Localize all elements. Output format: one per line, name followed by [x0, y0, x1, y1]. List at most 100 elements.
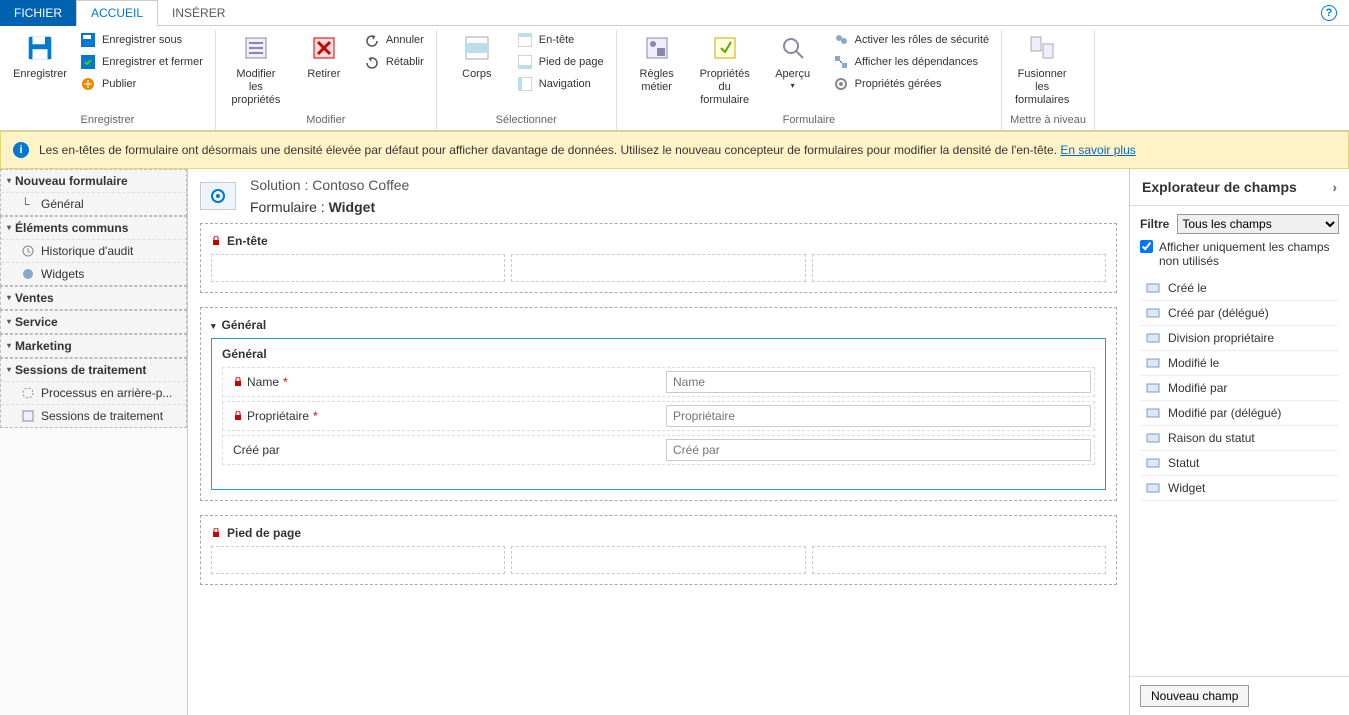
field-explorer: Explorateur de champs › Filtre Tous les …: [1129, 169, 1349, 715]
ribbon-group-formulaire: Règles métier Propriétés du formulaire A…: [617, 30, 1003, 130]
redo-button[interactable]: Rétablir: [360, 52, 428, 72]
footer-cell[interactable]: [812, 546, 1106, 574]
filter-select[interactable]: Tous les champs: [1177, 214, 1339, 234]
nav-section-marketing[interactable]: Marketing: [1, 335, 186, 357]
tab-fichier[interactable]: FICHIER: [0, 0, 76, 26]
widget-icon: [21, 267, 35, 281]
header-button[interactable]: En-tête: [513, 30, 608, 50]
form-icon: [200, 182, 236, 210]
redo-icon: [364, 54, 380, 70]
save-button[interactable]: Enregistrer: [8, 30, 72, 83]
footer-button[interactable]: Pied de page: [513, 52, 608, 72]
name-input[interactable]: [666, 371, 1091, 393]
dependencies-button[interactable]: Afficher les dépendances: [829, 52, 994, 72]
nav-section-sessions[interactable]: Sessions de traitement: [1, 359, 186, 381]
footer-cell[interactable]: [511, 546, 805, 574]
footer-cell[interactable]: [211, 546, 505, 574]
lock-icon: [233, 411, 243, 421]
form-properties-icon: [709, 32, 741, 64]
footer-section[interactable]: Pied de page: [200, 515, 1117, 585]
owner-input[interactable]: [666, 405, 1091, 427]
nav-item-historique[interactable]: Historique d'audit: [1, 239, 186, 262]
field-list-item[interactable]: Modifié par: [1140, 376, 1339, 401]
preview-button[interactable]: Aperçu ▾: [761, 30, 825, 93]
navigation-icon: [517, 76, 533, 92]
general-tab[interactable]: Général Name* Propriétaire*: [211, 338, 1106, 490]
header-section[interactable]: En-tête: [200, 223, 1117, 293]
notification-bar: i Les en-têtes de formulaire ont désorma…: [0, 131, 1349, 169]
field-list-item[interactable]: Division propriétaire: [1140, 326, 1339, 351]
managed-properties-button[interactable]: Propriétés gérées: [829, 74, 994, 94]
header-cell[interactable]: [511, 254, 805, 282]
field-list-item[interactable]: Modifié le: [1140, 351, 1339, 376]
form-name-label: Formulaire : Widget: [250, 199, 409, 215]
body-button[interactable]: Corps: [445, 30, 509, 83]
gear-icon: [833, 76, 849, 92]
nav-item-sessions[interactable]: Sessions de traitement: [1, 404, 186, 427]
security-roles-button[interactable]: Activer les rôles de sécurité: [829, 30, 994, 50]
form-properties-button[interactable]: Propriétés du formulaire: [693, 30, 757, 110]
lock-icon: [233, 377, 243, 387]
expand-icon[interactable]: [211, 318, 216, 332]
header-icon: [517, 32, 533, 48]
header-cell[interactable]: [211, 254, 505, 282]
modify-properties-button[interactable]: Modifier les propriétés: [224, 30, 288, 110]
merge-forms-button[interactable]: Fusionner les formulaires: [1010, 30, 1074, 110]
nav-item-widgets[interactable]: Widgets: [1, 262, 186, 285]
business-rules-button[interactable]: Règles métier: [625, 30, 689, 96]
field-list-item[interactable]: Raison du statut: [1140, 426, 1339, 451]
learn-more-link[interactable]: En savoir plus: [1060, 143, 1135, 157]
field-list-item[interactable]: Statut: [1140, 451, 1339, 476]
nav-item-general[interactable]: └ Général: [1, 192, 186, 215]
tab-inserer[interactable]: INSÉRER: [158, 0, 239, 26]
save-as-button[interactable]: Enregistrer sous: [76, 30, 207, 50]
dependencies-icon: [833, 54, 849, 70]
properties-icon: [240, 32, 272, 64]
field-row-createdby[interactable]: Créé par: [222, 435, 1095, 465]
unused-only-checkbox[interactable]: [1140, 240, 1153, 253]
tree-node-icon: └: [21, 197, 35, 211]
ribbon-group-label: Modifier: [224, 112, 428, 128]
chevron-right-icon[interactable]: ›: [1332, 179, 1337, 195]
field-list-item[interactable]: Widget: [1140, 476, 1339, 501]
unused-only-label: Afficher uniquement les champs non utili…: [1159, 240, 1339, 268]
merge-icon: [1026, 32, 1058, 64]
field-row-owner[interactable]: Propriétaire*: [222, 401, 1095, 431]
field-list-item[interactable]: Créé le: [1140, 276, 1339, 301]
nav-section-commun[interactable]: Éléments communs: [1, 217, 186, 239]
field-icon: [1146, 331, 1160, 345]
remove-button[interactable]: Retirer: [292, 30, 356, 83]
ribbon-group-label: Enregistrer: [8, 112, 207, 128]
field-explorer-title: Explorateur de champs: [1142, 179, 1297, 195]
header-cell[interactable]: [812, 254, 1106, 282]
save-as-icon: [80, 32, 96, 48]
general-section[interactable]: Général Général Name* Propriétaire*: [200, 307, 1117, 501]
nav-section-ventes[interactable]: Ventes: [1, 287, 186, 309]
field-list-item[interactable]: Créé par (délégué): [1140, 301, 1339, 326]
field-icon: [1146, 431, 1160, 445]
tab-accueil[interactable]: ACCUEIL: [76, 0, 158, 26]
field-icon: [1146, 481, 1160, 495]
publish-button[interactable]: Publier: [76, 74, 207, 94]
footer-icon: [517, 54, 533, 70]
field-list-item[interactable]: Modifié par (délégué): [1140, 401, 1339, 426]
form-designer: Solution : Contoso Coffee Formulaire : W…: [188, 169, 1129, 715]
save-close-button[interactable]: Enregistrer et fermer: [76, 52, 207, 72]
sessions-icon: [21, 409, 35, 423]
undo-button[interactable]: Annuler: [360, 30, 428, 50]
lock-icon: [211, 528, 221, 538]
nav-item-processus[interactable]: Processus en arrière-p...: [1, 381, 186, 404]
ribbon-group-modifier: Modifier les propriétés Retirer Annuler …: [216, 30, 437, 130]
tab-bar: FICHIER ACCUEIL INSÉRER ?: [0, 0, 1349, 26]
field-row-name[interactable]: Name*: [222, 367, 1095, 397]
help-icon[interactable]: ?: [1321, 5, 1337, 21]
nav-section-service[interactable]: Service: [1, 311, 186, 333]
nav-section-nouveau[interactable]: Nouveau formulaire: [1, 170, 186, 192]
new-field-button[interactable]: Nouveau champ: [1140, 685, 1249, 707]
createdby-input[interactable]: [666, 439, 1091, 461]
field-icon: [1146, 381, 1160, 395]
ribbon: Enregistrer Enregistrer sous Enregistrer…: [0, 26, 1349, 131]
body-icon: [461, 32, 493, 64]
info-icon: i: [13, 142, 29, 158]
navigation-button[interactable]: Navigation: [513, 74, 608, 94]
